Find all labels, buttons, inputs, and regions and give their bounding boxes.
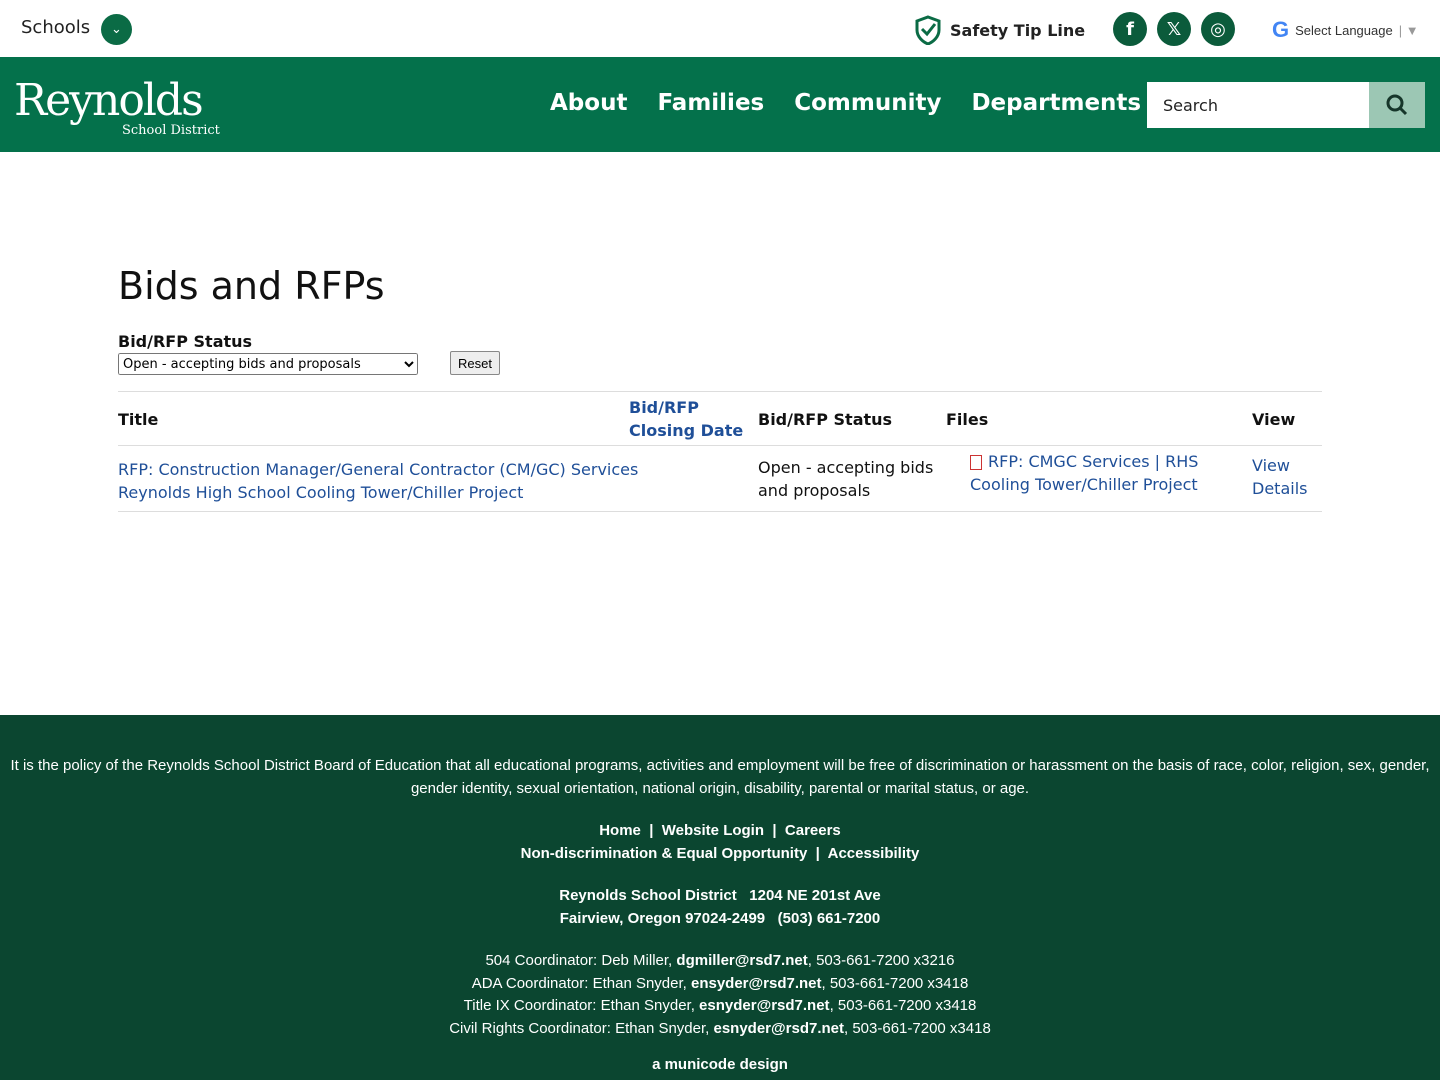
- municode-credit-link[interactable]: a municode design: [0, 1054, 1440, 1077]
- file-line1: RFP: CMGC Services | RHS: [988, 452, 1198, 471]
- divider: [118, 511, 1322, 512]
- language-selector[interactable]: G Select Language | ▼: [1272, 17, 1419, 43]
- nav-families[interactable]: Families: [657, 90, 764, 116]
- status-filter-select[interactable]: Open - accepting bids and proposals: [118, 353, 418, 375]
- facebook-icon[interactable]: f: [1113, 12, 1147, 46]
- col-files: Files: [946, 408, 988, 431]
- col-closing-line1: Bid/RFP: [629, 396, 743, 419]
- chevron-down-icon[interactable]: ⌄: [101, 14, 132, 45]
- coord-text: 504 Coordinator: Deb Miller,: [485, 952, 676, 969]
- instagram-icon[interactable]: ◎: [1201, 12, 1235, 46]
- file-line2: Cooling Tower/Chiller Project: [970, 473, 1198, 496]
- logo-subtext: School District: [122, 123, 220, 138]
- nav-departments[interactable]: Departments: [971, 90, 1141, 116]
- col-title: Title: [118, 408, 158, 431]
- nav-community[interactable]: Community: [794, 90, 941, 116]
- status-line1: Open - accepting bids: [758, 456, 933, 479]
- policy-line1: It is the policy of the Reynolds School …: [10, 757, 1429, 774]
- table-row-file-link[interactable]: RFP: CMGC Services | RHS Cooling Tower/Ch…: [970, 450, 1198, 496]
- search-icon: [1386, 94, 1408, 116]
- coord-text: Title IX Coordinator: Ethan Snyder,: [464, 997, 699, 1014]
- coord-phone: , 503-661-7200 x3418: [822, 975, 969, 992]
- coord-email[interactable]: esnyder@rsd7.net: [713, 1020, 844, 1037]
- footer-nondiscrimination-link[interactable]: Non-discrimination & Equal Opportunity: [521, 845, 808, 862]
- address-line1: Reynolds School District 1204 NE 201st A…: [559, 887, 881, 904]
- search-button[interactable]: [1369, 82, 1425, 128]
- google-icon: G: [1272, 17, 1289, 43]
- footer-accessibility-link[interactable]: Accessibility: [828, 845, 920, 862]
- policy-statement: It is the policy of the Reynolds School …: [0, 755, 1440, 800]
- coord-email[interactable]: dgmiller@rsd7.net: [676, 952, 807, 969]
- pdf-icon: [970, 455, 982, 470]
- dropdown-arrow-icon: | ▼: [1399, 23, 1419, 38]
- coord-text: ADA Coordinator: Ethan Snyder,: [472, 975, 691, 992]
- policy-line2: gender identity, sexual orientation, nat…: [411, 780, 1029, 797]
- col-view: View: [1252, 408, 1295, 431]
- schools-label[interactable]: Schools: [21, 17, 90, 38]
- shield-check-icon: [914, 15, 942, 45]
- coord-email[interactable]: ensyder@rsd7.net: [691, 975, 822, 992]
- safety-tip-label: Safety Tip Line: [950, 21, 1085, 40]
- table-row-title-link[interactable]: RFP: Construction Manager/General Contra…: [118, 458, 638, 504]
- x-twitter-icon[interactable]: 𝕏: [1157, 12, 1191, 46]
- coordinators: 504 Coordinator: Deb Miller, dgmiller@rs…: [0, 950, 1440, 1040]
- district-logo[interactable]: Reynolds School District: [14, 75, 202, 126]
- nav-about[interactable]: About: [550, 90, 627, 116]
- footer-login-link[interactable]: Website Login: [662, 822, 764, 839]
- safety-tip-line-link[interactable]: Safety Tip Line: [914, 15, 1085, 45]
- coord-email[interactable]: esnyder@rsd7.net: [699, 997, 830, 1014]
- view-details-link[interactable]: ViewDetails: [1252, 454, 1307, 500]
- main-nav: Reynolds School District About Families …: [0, 57, 1440, 152]
- coord-phone: , 503-661-7200 x3418: [844, 1020, 991, 1037]
- col-closing-line2: Closing Date: [629, 419, 743, 442]
- footer-careers-link[interactable]: Careers: [785, 822, 841, 839]
- footer-home-link[interactable]: Home: [599, 822, 641, 839]
- address-line2: Fairview, Oregon 97024-2499 (503) 661-72…: [560, 910, 880, 927]
- page-title: Bids and RFPs: [118, 264, 385, 308]
- divider: [118, 391, 1322, 392]
- table-row-status: Open - accepting bidsand proposals: [758, 456, 933, 502]
- status-line2: and proposals: [758, 479, 933, 502]
- view-line1: View: [1252, 454, 1307, 477]
- view-line2: Details: [1252, 477, 1307, 500]
- top-bar: Schools ⌄ Safety Tip Line f 𝕏 ◎ G Select…: [0, 0, 1440, 57]
- divider: [118, 445, 1322, 446]
- coord-text: Civil Rights Coordinator: Ethan Snyder,: [449, 1020, 713, 1037]
- title-line2: Reynolds High School Cooling Tower/Chill…: [118, 481, 638, 504]
- search-input[interactable]: Search: [1147, 82, 1369, 128]
- reset-button[interactable]: Reset: [450, 351, 500, 375]
- col-status: Bid/RFP Status: [758, 408, 892, 431]
- footer: It is the policy of the Reynolds School …: [0, 715, 1440, 1080]
- coord-phone: , 503-661-7200 x3418: [830, 997, 977, 1014]
- logo-text: Reynolds: [14, 75, 202, 126]
- status-filter-label: Bid/RFP Status: [118, 332, 252, 351]
- language-label: Select Language: [1295, 23, 1393, 38]
- coord-phone: , 503-661-7200 x3216: [808, 952, 955, 969]
- title-line1: RFP: Construction Manager/General Contra…: [118, 458, 638, 481]
- col-closing-date[interactable]: Bid/RFPClosing Date: [629, 396, 743, 442]
